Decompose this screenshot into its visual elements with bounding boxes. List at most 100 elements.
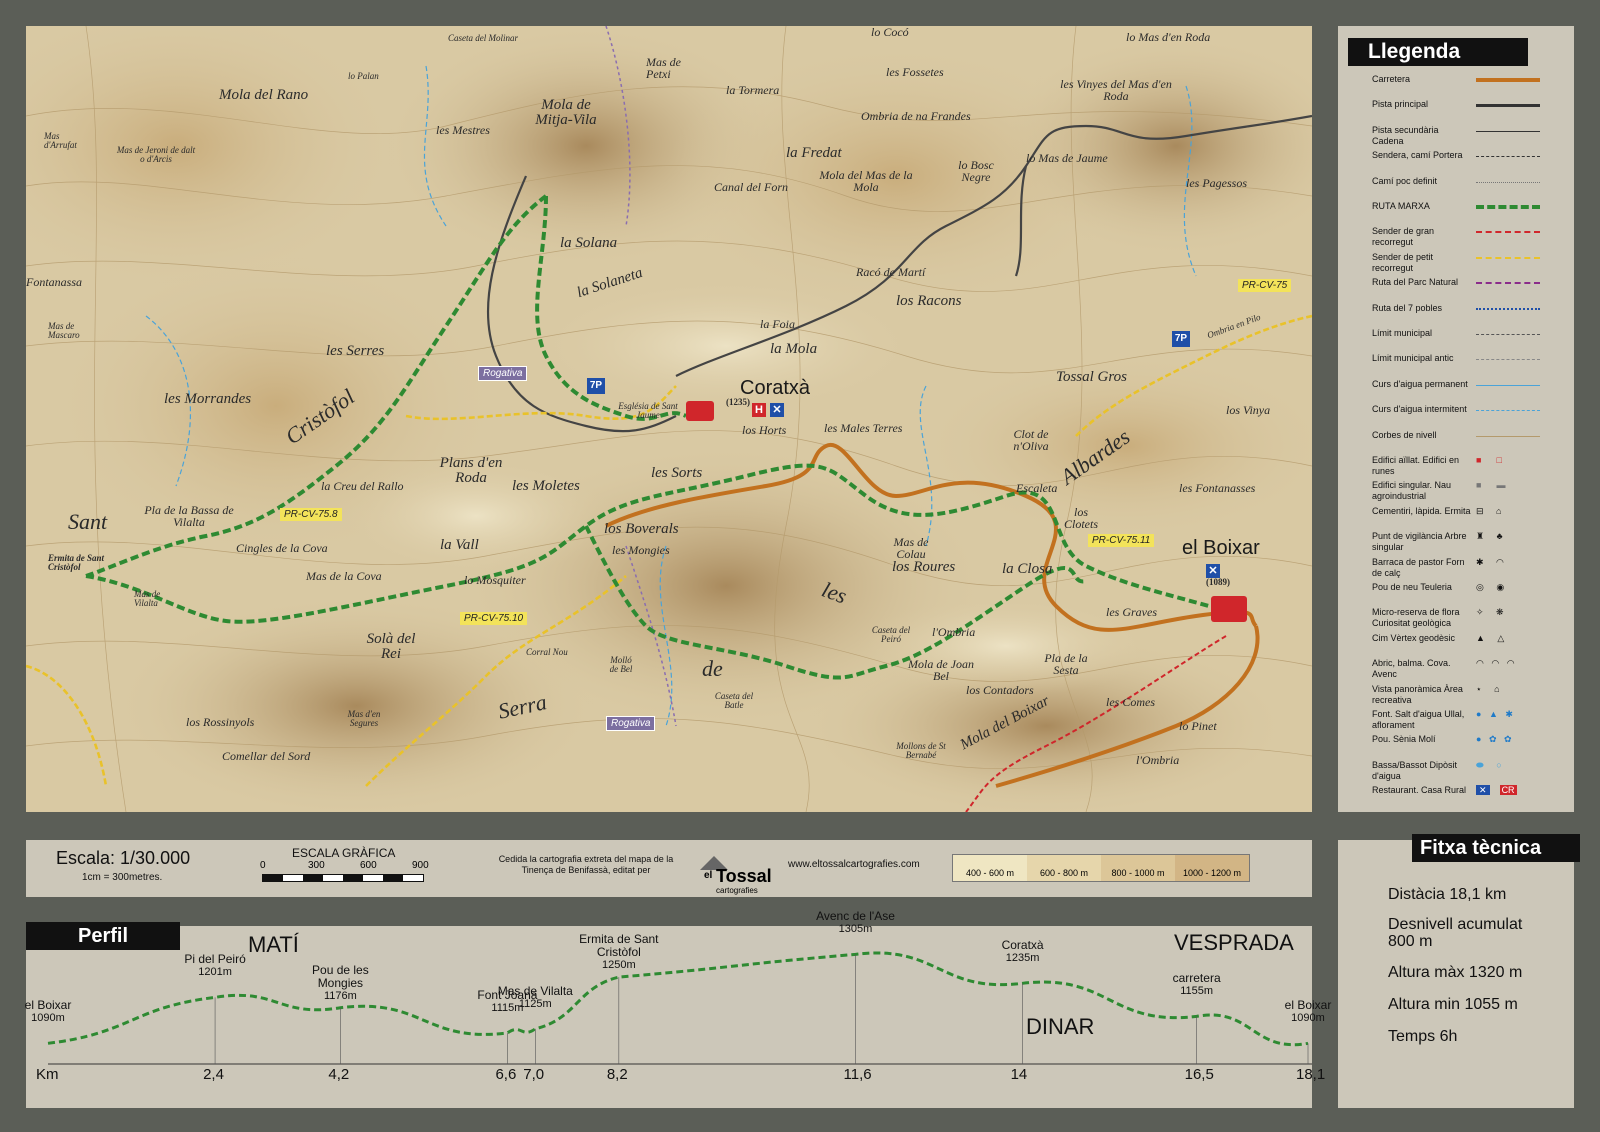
fitxa-title: Fitxa tècnica (1412, 834, 1580, 862)
profile-point: Mas de Vilalta 1125m (490, 984, 580, 1011)
legend-item-pr-yellow: Sender de petit recorregut (1372, 252, 1572, 274)
place-mollons: Mollons de St Bernabé (896, 741, 946, 760)
profile-point: el Boixar 1090m (3, 999, 93, 1025)
legend-label: Ruta del 7 pobles (1372, 302, 1443, 313)
scale-grafica: ESCALA GRÀFICA (292, 846, 396, 860)
building-singular-icon: ■ ▬ (1476, 480, 1506, 491)
route-green-icon (1476, 201, 1540, 213)
profile-point-elev: 1090m (31, 1012, 65, 1025)
legend-label: Bassa/Bassot Dipòsit d'aigua (1372, 759, 1458, 781)
place-clotets: los Clotets (1063, 505, 1098, 531)
legend-label: Abric, balma. Cova. Avenc (1372, 658, 1451, 680)
cave-icon: ◠ ◠ ◠ (1476, 658, 1515, 669)
place-mestres: les Mestres (436, 123, 490, 137)
band-1000-1200: 1000 - 1200 m (1175, 855, 1249, 881)
legend-item-cemetery: Cementiri, làpida. Ermita ⊟ ⌂ (1372, 506, 1572, 517)
road-orange-icon (1476, 74, 1540, 86)
legend-item-contour: Corbes de nivell (1372, 430, 1572, 441)
scale-graphic (262, 874, 424, 882)
legend-item-well: Pou. Sènia Molí ● ✿ ✿ (1372, 734, 1572, 745)
topographic-map[interactable]: Mola del Rano lo Palan Caseta del Molina… (26, 26, 1312, 812)
legend-item-restaurant: Restaurant. Casa Rural ✕ CR (1372, 785, 1572, 796)
band-600-800: 600 - 800 m (1027, 855, 1101, 881)
tag-rogativa-1: Rogativa (478, 366, 528, 381)
legend-label: Edifici aïllat. Edifici en runes (1372, 455, 1460, 476)
hut-icon: ✱ ◠ (1476, 556, 1504, 567)
place-pagessos: les Pagessos (1186, 176, 1247, 190)
place-mascaro: Mas de Mascaro (48, 321, 80, 340)
place-vall: la Vall (440, 537, 479, 553)
place-lombria: l'Ombria (1136, 753, 1180, 767)
profile-point: carretera 1155m (1152, 972, 1242, 998)
path-dotted-icon (1476, 176, 1540, 188)
hospital-icon[interactable]: H (752, 403, 766, 417)
legend-item-view: Vista panoràmica Àrea recreativa ⋆ ⌂ (1372, 684, 1572, 706)
place-fredat: la Fredat (786, 145, 842, 161)
place-sola-rei: Solà del Rei (366, 631, 416, 662)
fitxa-min: Altura min 1055 m (1388, 996, 1518, 1013)
elevation-bands: 400 - 600 m 600 - 800 m 800 - 1000 m 100… (952, 854, 1250, 882)
tag-pr-75-8: PR-CV-75.8 (280, 508, 342, 521)
place-ermita: Ermita de Sant Cristòfol (48, 553, 105, 572)
logo-tossal: Tossal (716, 866, 772, 886)
km-tick-label: 18,1 (1296, 1066, 1326, 1083)
place-coco: lo Cocó (871, 26, 909, 39)
profile-point-elev: 1250m (602, 959, 636, 972)
tossal-logo[interactable]: el Tossal cartografies (696, 846, 772, 895)
place-mas-cova: Mas de la Cova (306, 569, 382, 583)
legend-item-gr-red: Sender de gran recorregut (1372, 226, 1572, 248)
blue-dotted-icon (1476, 303, 1540, 315)
legend-item-reserve: Micro-reserva de flora Curiositat geològ… (1372, 607, 1572, 629)
restaurant-icon-boixar[interactable]: ✕ (1206, 564, 1220, 578)
legend-title: Llegenda (1348, 38, 1528, 66)
limit-icon (1476, 328, 1540, 340)
scale-tick-900: 900 (412, 860, 429, 871)
restaurant-icon: ✕ CR (1476, 785, 1540, 797)
place-comellar-sord: Comellar del Sord (222, 749, 311, 763)
elev-coratxa: (1235) (726, 397, 750, 407)
legend-item-water-perm: Curs d'aigua permanent (1372, 379, 1572, 390)
place-petxi: Mas de Petxi (646, 55, 681, 81)
elevation-profile: Perfil MATÍ VESPRADA DINAR Km el Boixar 1… (25, 910, 1331, 1108)
place-mas-colau: Mas de Colau (893, 535, 929, 561)
profile-point: Pou de les Mongies 1176m (295, 963, 385, 1003)
legend-label: Restaurant. Casa Rural (1372, 785, 1467, 796)
spring-icon: ● ▲ ✱ (1476, 709, 1513, 719)
legend-item-limit-old: Límit municipal antic (1372, 353, 1572, 364)
website-link[interactable]: www.eltossalcartografies.com (788, 859, 920, 870)
town-coratxa: Coratxà (740, 377, 811, 399)
scale-strip: Escala: 1/30.000 1cm = 300metres. ESCALA… (26, 840, 1312, 897)
watch-icon: ♜ ♣ (1476, 531, 1503, 542)
snow-well-icon: ◎ ◉ (1476, 582, 1505, 592)
place-mas-jaume: lo Mas de Jaume (1026, 151, 1108, 165)
tag-rogativa-2: Rogativa (606, 716, 656, 731)
parking-icon-2[interactable]: 7P (587, 378, 605, 394)
place-caseta-peiro: Caseta del Peiró (871, 625, 911, 644)
km-tick-label: 6,6 (495, 1066, 517, 1083)
place-fontanasses: les Fontanasses (1179, 481, 1256, 495)
place-mas-segures: Mas d'en Segures (347, 709, 381, 728)
place-bosc-negre: lo Bosc Negre (958, 158, 994, 184)
place-pla-bassa: Pla de la Bassa de Vilalta (144, 503, 234, 529)
legend-item-road-orange: Carretera (1372, 74, 1572, 85)
technical-sheet: Fitxa tècnica Distàcia 18,1 km Desnivell… (1338, 834, 1580, 1108)
profile-point-elev: 1305m (838, 923, 873, 936)
place-morrandes: les Morrandes (164, 391, 252, 407)
profile-point-elev: 1235m (1005, 952, 1040, 965)
legend-item-snow-well: Pou de neu Teuleria ◎ ◉ (1372, 582, 1572, 593)
place-de: de (702, 656, 723, 681)
band-400-600: 400 - 600 m (953, 855, 1027, 881)
profile-point-elev: 1176m (323, 989, 357, 1002)
track-secondary-icon (1476, 125, 1540, 137)
parking-icon[interactable]: 7P (1172, 331, 1190, 347)
place-mongies: les Mongies (612, 543, 670, 557)
profile-point-name: Pi del Peiró (184, 952, 246, 967)
place-mola-mas-mola: Mola del Mas de la Mola (819, 168, 913, 194)
place-clot-oliva: Clot de n'Oliva (1013, 427, 1049, 453)
profile-point-name: carretera (1172, 971, 1221, 986)
legend-item-path-dashed: Sendera, camí Portera (1372, 150, 1572, 161)
km-tick-label: 16,5 (1184, 1066, 1214, 1083)
legend-item-limit: Límit municipal (1372, 328, 1572, 339)
place-ombria-frandes: Ombria de na Frandes (861, 109, 971, 123)
restaurant-icon[interactable]: ✕ (770, 403, 784, 417)
